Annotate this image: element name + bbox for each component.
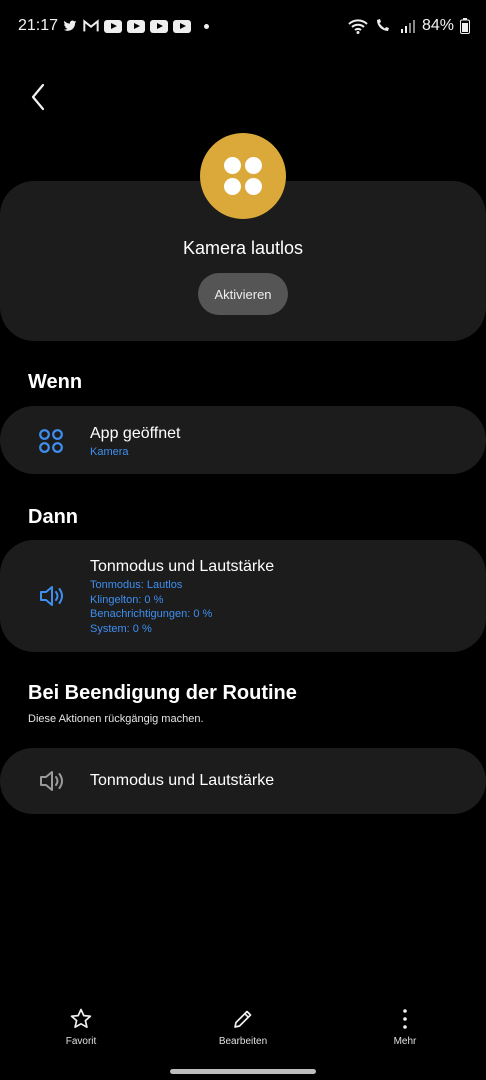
section-title-when: Wenn [28,371,83,393]
action-detail: System: 0 % [90,622,152,635]
bottom-navigation: Favorit Bearbeiten Mehr [0,1000,486,1060]
section-subtitle-on-end: Diese Aktionen rückgängig machen. [28,713,204,725]
gmail-icon [83,19,99,32]
action-card[interactable]: Tonmodus und Lautstärke Tonmodus: Lautlo… [0,540,486,652]
youtube-icon [173,19,191,33]
star-icon [70,1008,92,1029]
volume-icon [40,586,63,606]
routine-icon [200,133,286,219]
badge-dot [224,178,241,195]
battery-percent: 84% [421,17,454,34]
condition-detail: Kamera [90,446,129,458]
status-bar: 21:17 84% [0,0,486,54]
apps-icon [39,429,63,453]
favorite-label: Favorit [65,1036,97,1047]
activate-button[interactable]: Aktivieren [198,273,288,315]
badge-dot [245,157,262,174]
status-time: 21:17 [18,17,59,34]
action-detail: Benachrichtigungen: 0 % [90,608,213,620]
more-vertical-icon [403,1009,407,1029]
badge-dot [245,178,262,195]
condition-card[interactable]: App geöffnet Kamera [0,406,486,474]
chevron-left-icon [31,83,45,111]
action-title: Tonmodus und Lautstärke [90,558,275,575]
condition-title: App geöffnet [90,425,181,442]
edit-button[interactable]: Bearbeiten [198,1000,288,1050]
youtube-icon [127,19,145,33]
action-detail: Klingelton: 0 % [90,593,164,606]
call-signal-icon [376,19,389,31]
twitter-icon [63,20,77,31]
pencil-icon [234,1010,252,1028]
badge-dot [224,157,241,174]
status-right: 84% [348,17,470,35]
volume-icon [40,771,63,791]
wifi-icon [348,19,368,34]
action-detail: Tonmodus: Lautlos [90,579,183,591]
more-notifications-dot [204,23,209,29]
signal-icon [400,20,415,33]
undo-action-title: Tonmodus und Lautstärke [90,772,275,789]
more-button[interactable]: Mehr [360,1000,450,1050]
notification-icons [62,19,209,33]
battery-icon [460,18,470,34]
home-indicator[interactable] [170,1069,316,1074]
routine-title: Kamera lautlos [182,238,304,258]
youtube-icon [104,19,122,33]
more-label: Mehr [393,1036,417,1047]
back-button[interactable] [24,80,54,114]
favorite-button[interactable]: Favorit [36,1000,126,1050]
youtube-icon [150,19,168,33]
section-title-then: Dann [28,506,78,528]
section-title-on-end: Bei Beendigung der Routine [28,682,297,704]
edit-label: Bearbeiten [218,1036,268,1047]
undo-action-card[interactable]: Tonmodus und Lautstärke [0,748,486,814]
